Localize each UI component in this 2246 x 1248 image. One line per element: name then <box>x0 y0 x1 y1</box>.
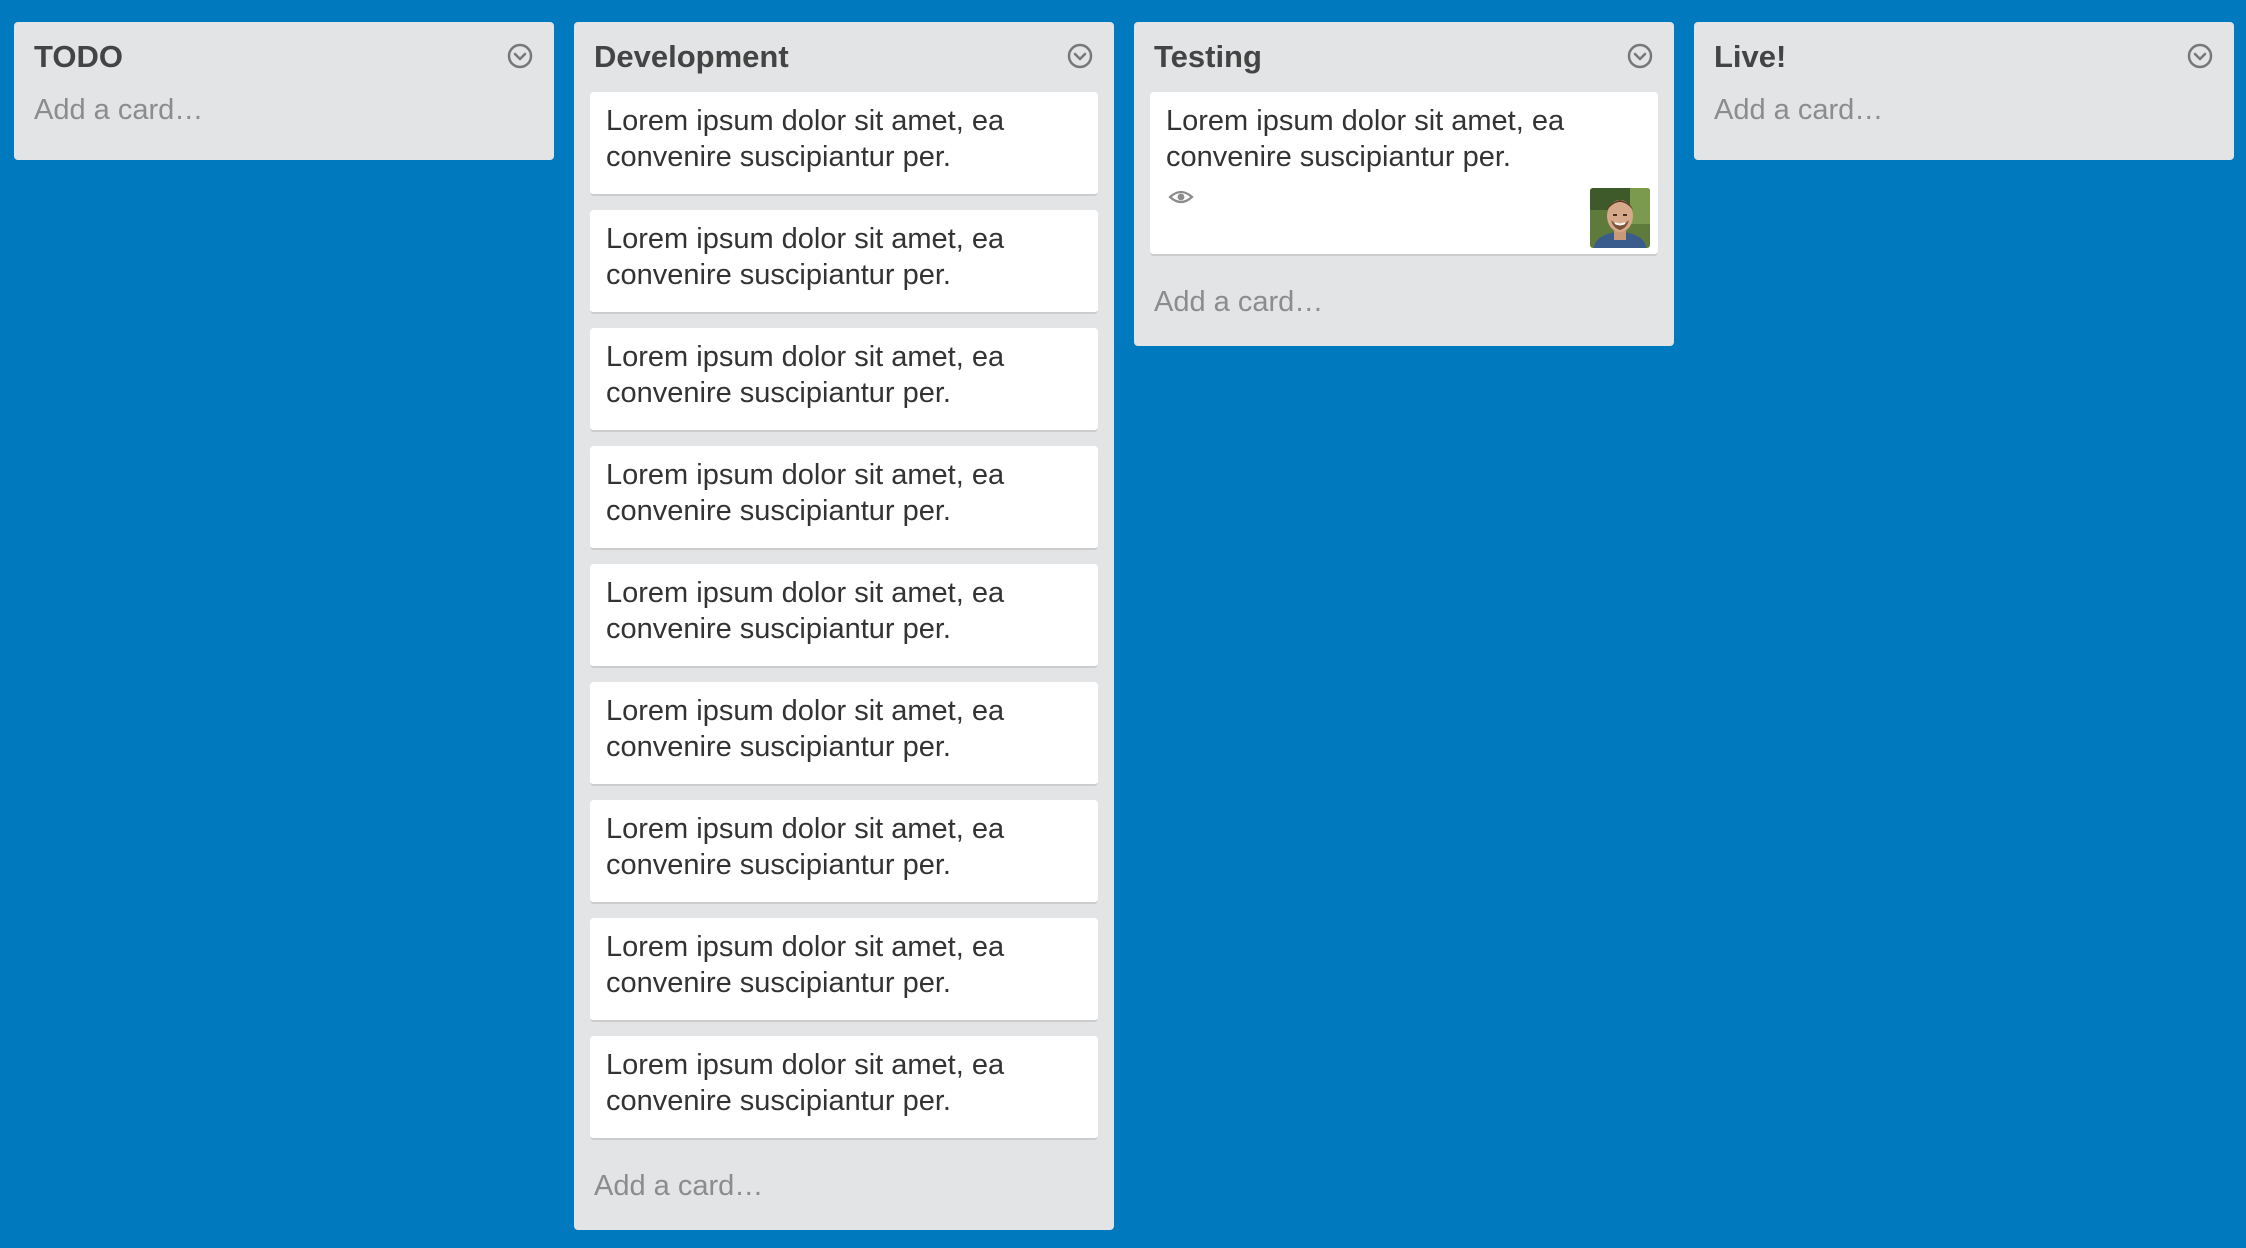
card[interactable]: Lorem ipsum dolor sit amet, ea convenire… <box>590 328 1098 432</box>
eye-icon <box>1168 188 1194 206</box>
chevron-down-circle-icon[interactable] <box>2186 42 2214 70</box>
card-text: Lorem ipsum dolor sit amet, ea convenire… <box>1166 105 1565 173</box>
list-title[interactable]: Development <box>594 39 789 75</box>
card-text: Lorem ipsum dolor sit amet, ea convenire… <box>606 341 1005 409</box>
list-header: TODO <box>14 22 554 92</box>
card[interactable]: Lorem ipsum dolor sit amet, ea convenire… <box>1150 92 1658 256</box>
card-text: Lorem ipsum dolor sit amet, ea convenire… <box>606 813 1005 881</box>
list-testing: Testing Lorem ipsum dolor sit amet, ea c… <box>1134 22 1674 346</box>
card-list: Lorem ipsum dolor sit amet, ea convenire… <box>574 92 1114 1140</box>
list-header: Development <box>574 22 1114 92</box>
card-text: Lorem ipsum dolor sit amet, ea convenire… <box>606 105 1005 173</box>
card-text: Lorem ipsum dolor sit amet, ea convenire… <box>606 931 1005 999</box>
card[interactable]: Lorem ipsum dolor sit amet, ea convenire… <box>590 210 1098 314</box>
list-title[interactable]: Live! <box>1714 39 1786 75</box>
board: TODO Add a card… Development Lorem ipsum… <box>0 0 2246 1248</box>
list-header: Live! <box>1694 22 2234 92</box>
card[interactable]: Lorem ipsum dolor sit amet, ea convenire… <box>590 564 1098 668</box>
card[interactable]: Lorem ipsum dolor sit amet, ea convenire… <box>590 446 1098 550</box>
list-todo: TODO Add a card… <box>14 22 554 160</box>
add-card-button[interactable]: Add a card… <box>574 1154 1114 1230</box>
card-text: Lorem ipsum dolor sit amet, ea convenire… <box>606 695 1005 763</box>
card-text: Lorem ipsum dolor sit amet, ea convenire… <box>606 577 1005 645</box>
card[interactable]: Lorem ipsum dolor sit amet, ea convenire… <box>590 92 1098 196</box>
card-text: Lorem ipsum dolor sit amet, ea convenire… <box>606 459 1005 527</box>
add-card-button[interactable]: Add a card… <box>1134 270 1674 346</box>
list-title[interactable]: TODO <box>34 39 123 75</box>
card[interactable]: Lorem ipsum dolor sit amet, ea convenire… <box>590 800 1098 904</box>
list-title[interactable]: Testing <box>1154 39 1262 75</box>
card-list: Lorem ipsum dolor sit amet, ea convenire… <box>1134 92 1674 256</box>
card-text: Lorem ipsum dolor sit amet, ea convenire… <box>606 223 1005 291</box>
chevron-down-circle-icon[interactable] <box>1066 42 1094 70</box>
card-text: Lorem ipsum dolor sit amet, ea convenire… <box>606 1049 1005 1117</box>
chevron-down-circle-icon[interactable] <box>1626 42 1654 70</box>
list-development: Development Lorem ipsum dolor sit amet, … <box>574 22 1114 1230</box>
add-card-button[interactable]: Add a card… <box>1694 92 2234 160</box>
card[interactable]: Lorem ipsum dolor sit amet, ea convenire… <box>590 918 1098 1022</box>
member-avatar[interactable] <box>1590 188 1650 248</box>
chevron-down-circle-icon[interactable] <box>506 42 534 70</box>
add-card-button[interactable]: Add a card… <box>14 92 554 160</box>
list-live: Live! Add a card… <box>1694 22 2234 160</box>
card[interactable]: Lorem ipsum dolor sit amet, ea convenire… <box>590 682 1098 786</box>
list-header: Testing <box>1134 22 1674 92</box>
card[interactable]: Lorem ipsum dolor sit amet, ea convenire… <box>590 1036 1098 1140</box>
